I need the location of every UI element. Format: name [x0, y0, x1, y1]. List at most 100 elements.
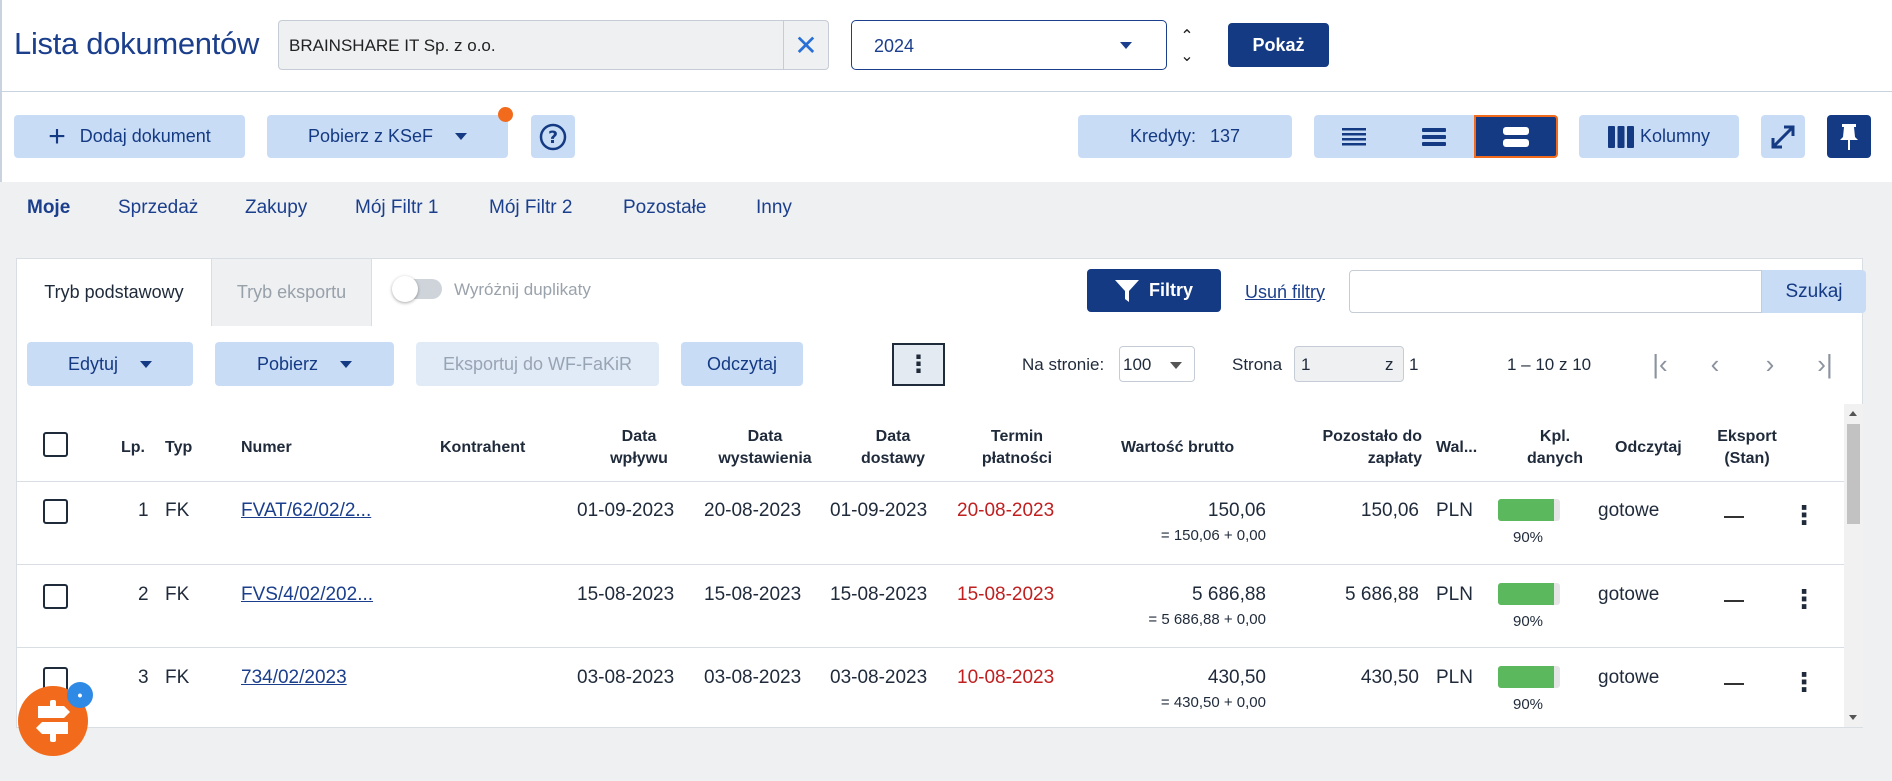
prev-page-icon[interactable]: ‹ [1698, 346, 1732, 382]
chevron-down-icon [1120, 42, 1132, 49]
cell-numer-link[interactable]: FVAT/62/02/2... [241, 500, 371, 522]
header-data-dostawy[interactable]: Data dostawy [833, 426, 953, 470]
show-button[interactable]: Pokaż [1228, 23, 1329, 67]
header-waluta[interactable]: Wal... [1436, 437, 1477, 459]
export-wf-fakir-button[interactable]: Eksportuj do WF-FaKiR [416, 342, 659, 386]
header-brutto[interactable]: Wartość brutto [1121, 437, 1234, 459]
header-lp[interactable]: Lp. [121, 437, 145, 459]
row-menu-icon[interactable]: ⋮ [1791, 502, 1817, 528]
row-checkbox[interactable] [43, 584, 68, 609]
tab-sprzedaz[interactable]: Sprzedaż [118, 197, 198, 219]
row-checkbox[interactable] [43, 499, 68, 524]
tab-filtr-2[interactable]: Mój Filtr 2 [489, 197, 572, 219]
tab-pozostale[interactable]: Pozostałe [623, 197, 706, 219]
tab-inny[interactable]: Inny [756, 197, 792, 219]
last-page-icon[interactable]: ›| [1808, 346, 1842, 382]
scroll-down-icon[interactable] [1849, 715, 1857, 720]
tab-zakupy[interactable]: Zakupy [245, 197, 307, 219]
per-page-select[interactable]: 100 [1119, 346, 1195, 382]
plus-icon: + [48, 119, 66, 153]
table-scrollbar[interactable] [1844, 404, 1863, 727]
page-label: Strona [1232, 355, 1283, 374]
header-typ[interactable]: Typ [165, 437, 192, 459]
header-data-wystawienia[interactable]: Data wystawienia [700, 426, 830, 470]
company-value: BRAINSHARE IT Sp. z o.o. [289, 36, 496, 55]
first-page-icon[interactable]: |‹ [1643, 346, 1677, 382]
header-line: dostawy [860, 450, 925, 467]
header-kpl[interactable]: Kpl. danych [1515, 426, 1595, 470]
next-page-icon[interactable]: › [1753, 346, 1787, 382]
read-button[interactable]: Odczytaj [681, 342, 803, 386]
search-button[interactable]: Szukaj [1762, 270, 1866, 313]
help-button[interactable]: ? [531, 115, 575, 158]
download-label: Pobierz [256, 353, 319, 374]
header-line: wystawienia [718, 450, 812, 467]
cell-termin: 15-08-2023 [957, 584, 1055, 605]
of-label: z [1385, 355, 1394, 374]
table-row[interactable]: 2 FK FVS/4/02/202... 15-08-2023 15-08-20… [17, 565, 1844, 648]
density-normal-button[interactable] [1394, 115, 1474, 158]
svg-text:?: ? [548, 128, 558, 148]
table-row[interactable]: 3 FK 734/02/2023 03-08-2023 03-08-2023 0… [17, 648, 1844, 727]
header-kontrahent[interactable]: Kontrahent [440, 437, 525, 459]
tab-basic-mode[interactable]: Tryb podstawowy [16, 258, 212, 326]
tab-filtr-1[interactable]: Mój Filtr 1 [355, 197, 438, 219]
chevron-down-icon[interactable]: ⌄ [1178, 46, 1196, 66]
density-compact-button[interactable] [1314, 115, 1394, 158]
columns-icon [1607, 125, 1634, 148]
cell-numer-link[interactable]: FVS/4/02/202... [241, 584, 373, 606]
header-numer[interactable]: Numer [241, 437, 292, 459]
year-select[interactable]: 2024 [851, 20, 1167, 70]
expand-button[interactable] [1761, 115, 1805, 158]
select-all-checkbox[interactable] [43, 432, 68, 457]
filters-button[interactable]: Filtry [1087, 269, 1221, 312]
notification-dot [498, 107, 513, 122]
tab-moje[interactable]: Moje [27, 197, 70, 219]
header-data-wplywu[interactable]: Data wpływu [584, 426, 694, 470]
cell-pozostalo: 430,50 [1360, 667, 1419, 688]
cell-numer-link[interactable]: 734/02/2023 [241, 667, 347, 689]
export-status-dash [1724, 683, 1744, 685]
edit-button[interactable]: Edytuj [27, 342, 193, 386]
header-line: zapłaty [1367, 450, 1422, 467]
credits-display: Kredyty: 137 [1078, 115, 1292, 158]
header-eksport[interactable]: Eksport (Stan) [1702, 426, 1792, 470]
pin-button[interactable] [1827, 115, 1871, 158]
cell-brutto-detail: = 430,50 + 0,00 [1160, 694, 1266, 711]
row-menu-icon[interactable]: ⋮ [1791, 586, 1817, 612]
header-odczytaj[interactable]: Odczytaj [1615, 437, 1682, 459]
cell-typ: FK [165, 584, 190, 605]
cell-lp: 3 [138, 667, 149, 688]
completeness-fill [1498, 499, 1554, 521]
cell-data-wystawienia: 15-08-2023 [704, 584, 802, 605]
pin-icon [1840, 123, 1858, 150]
cell-data-wystawienia: 03-08-2023 [704, 667, 802, 688]
tab-export-mode[interactable]: Tryb eksportu [212, 258, 372, 326]
header-pozostalo[interactable]: Pozostało do zapłaty [1292, 426, 1422, 470]
close-icon[interactable]: ✕ [783, 21, 828, 69]
add-document-button[interactable]: + Dodaj dokument [14, 115, 245, 158]
cell-typ: FK [165, 667, 190, 688]
year-stepper[interactable]: ⌃ ⌄ [1178, 26, 1196, 70]
download-button[interactable]: Pobierz [215, 342, 394, 386]
table-row[interactable]: 1 FK FVAT/62/02/2... 01-09-2023 20-08-20… [17, 482, 1844, 565]
ksef-download-button[interactable]: Pobierz z KSeF [267, 115, 508, 158]
cell-kpl-label: 90% [1513, 696, 1544, 713]
company-select[interactable]: BRAINSHARE IT Sp. z o.o. ✕ [278, 20, 829, 70]
cell-data-wplywu: 01-09-2023 [577, 500, 675, 521]
more-actions-button[interactable]: ⋮ [892, 343, 945, 386]
header-line: płatności [981, 450, 1053, 467]
cell-typ: FK [165, 500, 190, 521]
search-input[interactable] [1349, 270, 1762, 313]
chevron-up-icon[interactable]: ⌃ [1178, 26, 1196, 46]
duplicates-toggle[interactable] [392, 276, 442, 302]
scroll-up-icon[interactable] [1849, 411, 1857, 416]
clear-filters-link[interactable]: Usuń filtry [1245, 282, 1325, 303]
header-termin[interactable]: Termin płatności [957, 426, 1077, 470]
row-menu-icon[interactable]: ⋮ [1791, 669, 1817, 695]
cell-termin: 10-08-2023 [957, 667, 1055, 688]
columns-button[interactable]: Kolumny [1579, 115, 1739, 158]
scrollbar-thumb[interactable] [1847, 424, 1860, 524]
density-comfortable-button[interactable] [1474, 115, 1558, 158]
header-line: Data [621, 428, 657, 445]
